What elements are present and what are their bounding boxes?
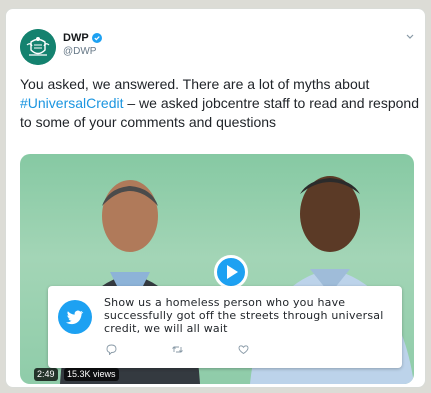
video-player[interactable]: Show us a homeless person who you have s… [20,154,414,384]
tweet-header: DWP @DWP [20,29,415,69]
video-views: 15.3K views [64,368,119,381]
tweet-card[interactable]: DWP @DWP You asked, we answered. There a… [5,8,426,388]
dwp-crest-icon [20,29,56,65]
reply-icon [106,344,117,355]
quoted-comment-text: Show us a homeless person who you have s… [104,296,384,335]
twitter-logo [58,300,92,334]
verified-badge-icon [91,33,102,43]
author-name-row: DWP [63,32,102,44]
quoted-comment-card: Show us a homeless person who you have s… [48,286,402,368]
display-name[interactable]: DWP [63,32,89,44]
tweet-text: You asked, we answered. There are a lot … [20,75,420,132]
author-handle[interactable]: @DWP [63,46,96,57]
play-icon [227,265,238,279]
chevron-down-icon[interactable] [405,31,415,41]
avatar[interactable] [20,29,56,65]
hashtag-link[interactable]: #UniversalCredit [20,95,123,111]
heart-icon [238,345,249,355]
tweet-text-before: You asked, we answered. There are a lot … [20,76,370,92]
video-duration: 2:49 [34,368,58,381]
play-button[interactable] [214,255,248,289]
twitter-bird-icon [65,310,84,325]
retweet-icon [172,346,183,353]
quoted-comment-actions [106,344,304,355]
